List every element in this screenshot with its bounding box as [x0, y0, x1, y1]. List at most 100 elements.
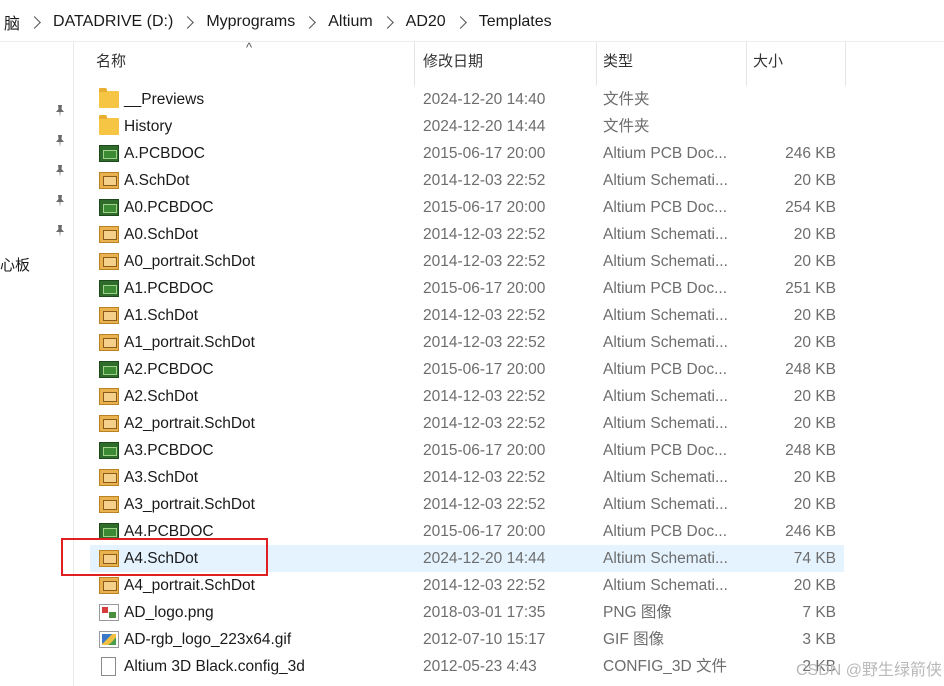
chevron-right-icon[interactable]	[181, 15, 195, 29]
file-row[interactable]: A1.PCBDOC 2015-06-17 20:00 Altium PCB Doc.…	[90, 275, 844, 302]
nav-item-clipboard[interactable]: 心板	[0, 254, 30, 275]
chevron-right-icon[interactable]	[380, 15, 394, 29]
file-type: Altium Schemati...	[603, 172, 728, 189]
file-modified-date: 2014-12-03 22:52	[423, 226, 546, 243]
file-modified-date: 2014-12-03 22:52	[423, 496, 546, 513]
file-row[interactable]: A4_portrait.SchDot 2014-12-03 22:52 Altium…	[90, 572, 844, 599]
column-header-name[interactable]: 名称	[90, 42, 415, 86]
file-size: 7 KB	[802, 604, 836, 621]
file-name: A4_portrait.SchDot	[124, 577, 255, 594]
column-header-date[interactable]: 修改日期	[417, 42, 597, 86]
file-modified-date: 2014-12-03 22:52	[423, 388, 546, 405]
file-type: Altium Schemati...	[603, 334, 728, 351]
file-modified-date: 2014-12-03 22:52	[423, 253, 546, 270]
file-size: 246 KB	[785, 523, 836, 540]
chevron-right-icon[interactable]	[453, 15, 467, 29]
file-type: Altium Schemati...	[603, 577, 728, 594]
file-size: 20 KB	[793, 226, 836, 243]
file-row[interactable]: A0.SchDot 2014-12-03 22:52 Altium Schemati…	[90, 221, 844, 248]
file-name: A2.PCBDOC	[124, 361, 214, 378]
file-type: Altium Schemati...	[603, 469, 728, 486]
file-name: A.SchDot	[124, 172, 190, 189]
file-modified-date: 2014-12-03 22:52	[423, 307, 546, 324]
file-size: 3 KB	[802, 631, 836, 648]
pin-icon[interactable]	[53, 194, 67, 208]
file-size: 20 KB	[793, 388, 836, 405]
column-header-type[interactable]: 类型	[597, 42, 747, 86]
pane-divider[interactable]	[73, 42, 74, 686]
file-row[interactable]: __Previews 2024-12-20 14:40 文件夹	[90, 86, 844, 113]
file-name: AD-rgb_logo_223x64.gif	[124, 631, 292, 648]
file-size: 251 KB	[785, 280, 836, 297]
chevron-right-icon[interactable]	[303, 15, 317, 29]
column-header-size[interactable]: 大小	[747, 42, 846, 86]
pin-icon[interactable]	[53, 224, 67, 238]
file-row[interactable]: A.PCBDOC 2015-06-17 20:00 Altium PCB Doc..…	[90, 140, 844, 167]
schematic-icon	[99, 253, 119, 270]
file-row[interactable]: A3_portrait.SchDot 2014-12-03 22:52 Altium…	[90, 491, 844, 518]
file-type: Altium PCB Doc...	[603, 280, 728, 297]
breadcrumb-item-this-pc[interactable]: 脑	[0, 10, 24, 34]
file-type: Altium Schemati...	[603, 415, 728, 432]
file-row[interactable]: A0.PCBDOC 2015-06-17 20:00 Altium PCB Doc.…	[90, 194, 844, 221]
file-row[interactable]: AD-rgb_logo_223x64.gif 2012-07-10 15:17 GI…	[90, 626, 844, 653]
pin-icon[interactable]	[53, 104, 67, 118]
breadcrumb-item-templates[interactable]: Templates	[475, 13, 556, 31]
file-type: Altium PCB Doc...	[603, 145, 728, 162]
pcb-icon	[99, 199, 119, 216]
file-modified-date: 2015-06-17 20:00	[423, 361, 546, 378]
pcb-icon	[99, 442, 119, 459]
address-bar[interactable]: 脑 DATADRIVE (D:) Myprograms Altium AD20 …	[0, 0, 944, 42]
breadcrumb-item-altium[interactable]: Altium	[324, 13, 376, 31]
file-modified-date: 2014-12-03 22:52	[423, 334, 546, 351]
chevron-right-icon[interactable]	[28, 15, 41, 29]
file-modified-date: 2015-06-17 20:00	[423, 523, 546, 540]
schematic-icon	[99, 415, 119, 432]
file-name: A2_portrait.SchDot	[124, 415, 255, 432]
pin-icon[interactable]	[53, 134, 67, 148]
pin-icon[interactable]	[53, 164, 67, 178]
file-type: Altium Schemati...	[603, 388, 728, 405]
file-type: Altium PCB Doc...	[603, 361, 728, 378]
file-modified-date: 2012-07-10 15:17	[423, 631, 546, 648]
file-name: Altium 3D Black.config_3d	[124, 658, 305, 675]
watermark: CSDN @野生绿箭侠	[795, 662, 942, 679]
file-row[interactable]: A.SchDot 2014-12-03 22:52 Altium Schemati.…	[90, 167, 844, 194]
file-size: 246 KB	[785, 145, 836, 162]
file-size: 20 KB	[793, 577, 836, 594]
schematic-icon	[99, 388, 119, 405]
file-row[interactable]: A0_portrait.SchDot 2014-12-03 22:52 Altium…	[90, 248, 844, 275]
file-size: 20 KB	[793, 172, 836, 189]
file-name: History	[124, 118, 173, 135]
file-row[interactable]: A2.PCBDOC 2015-06-17 20:00 Altium PCB Doc.…	[90, 356, 844, 383]
file-row[interactable]: A3.PCBDOC 2015-06-17 20:00 Altium PCB Doc.…	[90, 437, 844, 464]
file-row[interactable]: A3.SchDot 2014-12-03 22:52 Altium Schemati…	[90, 464, 844, 491]
file-name: A0_portrait.SchDot	[124, 253, 255, 270]
schematic-icon	[99, 577, 119, 594]
file-type: Altium Schemati...	[603, 226, 728, 243]
breadcrumb-item-myprograms[interactable]: Myprograms	[202, 13, 299, 31]
file-row[interactable]: A1_portrait.SchDot 2014-12-03 22:52 Altium…	[90, 329, 844, 356]
file-name: A3.PCBDOC	[124, 442, 214, 459]
gif-image-icon	[99, 631, 119, 648]
file-row[interactable]: AD_logo.png 2018-03-01 17:35 PNG 图像 7 KB	[90, 599, 844, 626]
file-row[interactable]: A2_portrait.SchDot 2014-12-03 22:52 Altium…	[90, 410, 844, 437]
file-row[interactable]: A1.SchDot 2014-12-03 22:52 Altium Schemati…	[90, 302, 844, 329]
schematic-icon	[99, 226, 119, 243]
file-name: A3_portrait.SchDot	[124, 496, 255, 513]
file-size: 20 KB	[793, 496, 836, 513]
pcb-icon	[99, 361, 119, 378]
pcb-icon	[99, 145, 119, 162]
file-modified-date: 2015-06-17 20:00	[423, 199, 546, 216]
breadcrumb-item-ad20[interactable]: AD20	[402, 13, 450, 31]
breadcrumb-item-drive[interactable]: DATADRIVE (D:)	[49, 13, 177, 31]
png-image-icon	[99, 604, 119, 621]
file-type: Altium PCB Doc...	[603, 442, 728, 459]
file-modified-date: 2015-06-17 20:00	[423, 145, 546, 162]
file-row[interactable]: History 2024-12-20 14:44 文件夹	[90, 113, 844, 140]
file-type: Altium PCB Doc...	[603, 199, 728, 216]
file-row[interactable]: Altium 3D Black.config_3d 2012-05-23 4:43…	[90, 653, 844, 680]
highlight-annotation-box	[61, 538, 268, 576]
file-row[interactable]: A2.SchDot 2014-12-03 22:52 Altium Schemati…	[90, 383, 844, 410]
file-name: A1.SchDot	[124, 307, 199, 324]
